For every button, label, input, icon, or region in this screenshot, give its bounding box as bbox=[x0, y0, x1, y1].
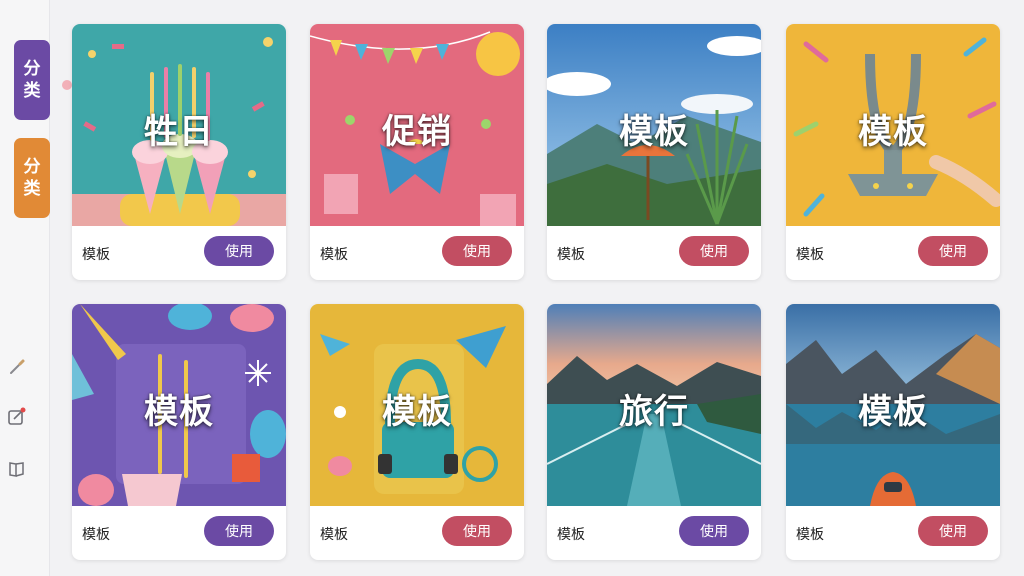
sidebar: 分 类 分 类 bbox=[0, 0, 50, 576]
template-title: 促销 bbox=[382, 112, 452, 152]
template-card[interactable]: 牲日 模板 使用 bbox=[72, 24, 286, 280]
template-thumbnail[interactable]: 模板 bbox=[786, 24, 1000, 226]
use-button[interactable]: 使用 bbox=[204, 236, 274, 266]
use-button[interactable]: 使用 bbox=[918, 236, 988, 266]
template-thumbnail[interactable]: 促销 bbox=[310, 24, 524, 226]
use-button[interactable]: 使用 bbox=[442, 236, 512, 266]
template-label: 模板 bbox=[82, 247, 110, 263]
template-thumbnail[interactable]: 模板 bbox=[310, 304, 524, 506]
category-tab-label: 分 类 bbox=[23, 157, 41, 199]
template-card[interactable]: 模板 模板 使用 bbox=[547, 24, 761, 280]
template-title: 模板 bbox=[144, 392, 214, 432]
template-title: 模板 bbox=[858, 392, 928, 432]
template-label: 模板 bbox=[320, 247, 348, 263]
template-thumbnail[interactable]: 模板 bbox=[786, 304, 1000, 506]
decorative-dot bbox=[62, 80, 72, 90]
use-button[interactable]: 使用 bbox=[918, 516, 988, 546]
template-thumbnail[interactable]: 牲日 bbox=[72, 24, 286, 226]
category-tab-1[interactable]: 分 类 bbox=[14, 40, 50, 120]
category-tab-label: 分 类 bbox=[23, 59, 41, 101]
template-label: 模板 bbox=[82, 527, 110, 543]
use-button[interactable]: 使用 bbox=[442, 516, 512, 546]
template-title: 模板 bbox=[619, 112, 689, 152]
template-card[interactable]: 模板 模板 使用 bbox=[72, 304, 286, 560]
book-icon[interactable] bbox=[6, 458, 28, 480]
template-thumbnail[interactable]: 旅行 bbox=[547, 304, 761, 506]
template-label: 模板 bbox=[796, 247, 824, 263]
template-card[interactable]: 模板 模板 使用 bbox=[310, 304, 524, 560]
template-card[interactable]: 模板 模板 使用 bbox=[786, 24, 1000, 280]
template-thumbnail[interactable]: 模板 bbox=[547, 24, 761, 226]
edit-note-icon[interactable] bbox=[6, 406, 28, 428]
template-label: 模板 bbox=[557, 247, 585, 263]
use-button[interactable]: 使用 bbox=[204, 516, 274, 546]
template-title: 模板 bbox=[858, 112, 928, 152]
template-label: 模板 bbox=[557, 527, 585, 543]
template-card[interactable]: 旅行 模板 使用 bbox=[547, 304, 761, 560]
use-button[interactable]: 使用 bbox=[679, 236, 749, 266]
brush-icon[interactable] bbox=[6, 356, 28, 378]
template-label: 模板 bbox=[796, 527, 824, 543]
template-card[interactable]: 模板 模板 使用 bbox=[786, 304, 1000, 560]
template-title: 旅行 bbox=[619, 392, 689, 432]
category-tab-2[interactable]: 分 类 bbox=[14, 138, 50, 218]
template-title: 牲日 bbox=[144, 112, 214, 152]
template-label: 模板 bbox=[320, 527, 348, 543]
use-button[interactable]: 使用 bbox=[679, 516, 749, 546]
template-title: 模板 bbox=[382, 392, 452, 432]
template-thumbnail[interactable]: 模板 bbox=[72, 304, 286, 506]
template-card[interactable]: 促销 模板 使用 bbox=[310, 24, 524, 280]
